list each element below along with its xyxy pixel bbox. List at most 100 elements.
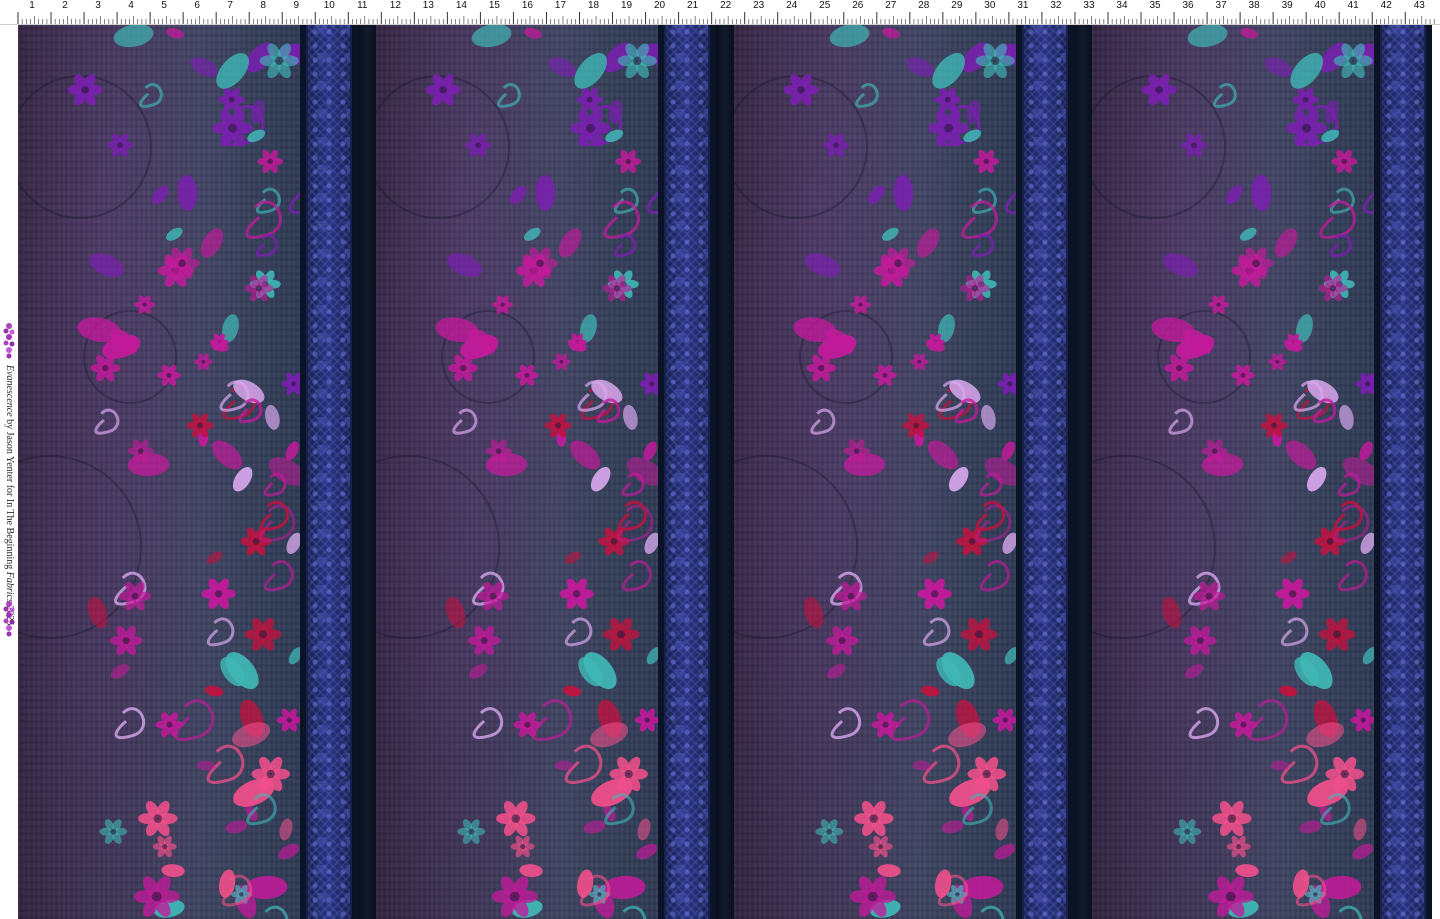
scroll-vine	[810, 408, 836, 435]
scroll-vine	[1333, 504, 1370, 543]
floral-petal	[1360, 532, 1374, 554]
ruler-label: 28	[918, 0, 930, 11]
ruler-label: 5	[161, 0, 167, 11]
ruler-label: 39	[1281, 0, 1293, 11]
floral-petal	[288, 647, 300, 665]
floral-petal	[177, 174, 198, 212]
ruler-label: 2	[62, 0, 68, 11]
floral-petal	[211, 440, 243, 470]
flower-motif	[850, 295, 871, 314]
flower-motif	[118, 581, 152, 611]
floral-petal	[893, 174, 914, 212]
scroll-vine	[1188, 707, 1219, 740]
flower-motif	[425, 74, 461, 106]
floral-petal	[200, 228, 224, 258]
ruler-label: 18	[587, 0, 600, 11]
floral-petal	[509, 185, 527, 205]
floral-petal	[445, 596, 466, 629]
flower-motif	[1275, 578, 1310, 610]
floral-petal	[805, 253, 841, 277]
ruler-label: 22	[720, 0, 732, 11]
damask-pattern	[308, 25, 350, 919]
ruler-label: 6	[194, 0, 200, 11]
floral-petal	[1163, 253, 1199, 277]
flower-motif	[99, 819, 128, 844]
ruler-label: 33	[1083, 0, 1095, 11]
floral-petal	[1251, 174, 1272, 212]
floral-petal	[916, 228, 940, 258]
floral-petal	[1225, 185, 1243, 205]
floral-petal	[471, 25, 512, 48]
floral-petal	[569, 440, 601, 470]
floral-petal	[206, 551, 223, 564]
damask-pattern	[666, 25, 708, 919]
flower-motif	[910, 353, 929, 371]
flower-motif	[815, 819, 844, 844]
ruler-label: 34	[1116, 0, 1128, 11]
flower-motif	[257, 149, 284, 173]
scroll-vine	[255, 234, 279, 258]
floral-petal	[166, 27, 184, 39]
floral-petal	[1161, 596, 1182, 629]
floral-petal	[278, 843, 300, 860]
floral-petal	[995, 818, 1009, 841]
flower-motif	[1192, 581, 1226, 611]
ruler-label: 25	[819, 0, 831, 11]
scroll-vine	[1248, 699, 1289, 742]
flower-motif	[513, 712, 542, 738]
flower-motif	[1180, 133, 1208, 157]
scroll-vine	[613, 234, 637, 258]
ruler-label: 30	[984, 0, 996, 11]
ruler-label: 31	[1017, 0, 1029, 11]
flower-motif	[155, 712, 184, 738]
flower-motif	[244, 617, 282, 651]
flower-motif	[973, 149, 1000, 173]
floral-petal	[1274, 228, 1298, 258]
flower-motif	[854, 801, 894, 837]
floral-petal	[827, 663, 846, 679]
scroll-vine	[94, 408, 120, 435]
floral-petal	[564, 551, 581, 564]
floral-petal	[89, 253, 125, 277]
flower-motif	[834, 581, 868, 611]
floral-petal	[583, 820, 606, 834]
flower-motif	[457, 819, 486, 844]
floral-panel	[376, 25, 658, 919]
scroll-vine	[206, 617, 235, 647]
floral-petal	[922, 551, 939, 564]
floral-petal	[1235, 864, 1259, 878]
floral-petal	[523, 227, 541, 241]
ruler-label: 41	[1347, 0, 1359, 11]
scroll-vine	[264, 905, 289, 919]
flower-motif	[602, 617, 640, 651]
floral-petal	[1240, 27, 1258, 39]
floral-panel	[734, 25, 1016, 919]
floral-petal	[519, 864, 543, 878]
scroll-vine	[980, 905, 1005, 919]
scroll-vine	[245, 200, 282, 239]
flower-motif	[476, 581, 510, 611]
flower-motif	[1173, 819, 1202, 844]
scroll-vine	[1329, 234, 1353, 258]
floral-petal	[906, 57, 935, 78]
scroll-vine	[472, 707, 503, 740]
floral-petal	[535, 174, 556, 212]
flower-motif	[194, 353, 213, 371]
ruler-label: 11	[357, 0, 368, 11]
floral-petal	[644, 532, 658, 554]
damask-pattern	[1024, 25, 1066, 919]
flower-motif	[997, 372, 1016, 395]
scroll-vine	[139, 83, 163, 108]
flower-cluster-icon	[3, 601, 15, 637]
stripe-border	[300, 25, 306, 919]
floral-petal	[548, 57, 577, 78]
panel-divider	[1074, 25, 1092, 919]
ruler-label: 42	[1380, 0, 1392, 11]
ruler-label: 29	[951, 0, 963, 11]
scroll-vine	[922, 617, 951, 647]
floral-cascade	[67, 25, 300, 919]
stripe-border	[1016, 25, 1022, 919]
floral-petal	[447, 253, 483, 277]
flower-motif	[615, 149, 642, 173]
scroll-vine	[979, 560, 1010, 592]
